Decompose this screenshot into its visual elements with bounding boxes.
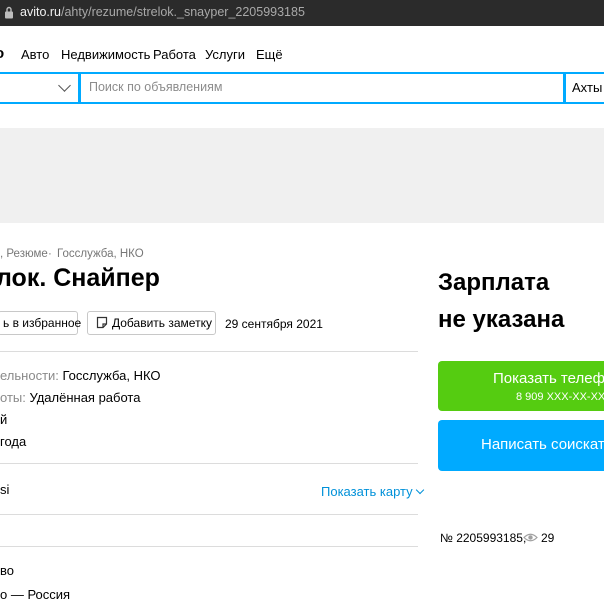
nav-auto[interactable]: Авто [21,47,49,62]
show-phone-button[interactable]: Показать телеф 8 909 XXX-XX-XX [438,361,604,411]
salary-line-1: Зарплата [438,269,550,296]
views-count: 29 [541,531,555,545]
detail-schedule-value: Удалённая работа [29,390,141,405]
breadcrumb-separator: · [48,248,52,260]
nav-realty[interactable]: Недвижимость [61,47,150,62]
detail-sphere-value: Госслужба, НКО [62,368,161,383]
url-path: /ahty/rezume/strelok._snayper_2205993185 [61,5,305,19]
address-text: si [0,482,10,497]
detail-schedule-key: оты: [0,390,30,405]
detail-experience: года [0,434,26,449]
nav-more[interactable]: Ещё [256,47,283,62]
show-map-link[interactable]: Показать карту [321,484,424,499]
lock-icon [5,6,13,19]
detail-sphere: ельности: Госслужба, НКО [0,368,161,383]
detail-row: й [0,412,7,427]
divider [0,351,418,352]
detail-row-value: й [0,412,8,427]
page-title: лок. Снайпер [0,264,160,292]
breadcrumb-item-category[interactable]: Госслужба, НКО [57,248,144,260]
breadcrumb-item-resume[interactable]: , Резюме [0,248,48,260]
phone-number: 8 909 XXX-XX-XX [516,391,604,403]
ad-banner [0,128,604,223]
location-label: Ахты [572,80,603,95]
ad-number: № 2205993185, [440,531,527,545]
chevron-down-icon [415,485,424,495]
write-message-button[interactable]: Написать соискат [438,420,604,471]
add-note-button[interactable]: Добавить заметку [87,311,216,335]
detail-sphere-key: ельности: [0,368,63,383]
location-select[interactable]: Ахты [564,72,604,104]
search-input[interactable]: Поиск по объявлениям [79,72,565,104]
eye-icon [523,533,538,542]
note-icon [96,316,108,329]
divider [0,514,418,515]
show-phone-label: Показать телеф [493,370,604,387]
salary-line-2: не указана [438,306,565,333]
publish-date: 29 сентября 2021 [225,317,323,331]
browser-address-bar[interactable]: avito.ru/ahty/rezume/strelok._snayper_22… [0,0,604,26]
write-message-label: Написать соискат [481,436,604,453]
show-map-label: Показать карту [321,484,413,499]
detail-experience-value: года [0,434,27,449]
logo[interactable]: o [0,45,4,62]
search-placeholder: Поиск по объявлениям [89,80,223,94]
url-domain: avito.ru [20,5,61,19]
nav-jobs[interactable]: Работа [153,47,196,62]
detail-schedule: оты: Удалённая работа [0,390,140,405]
address-url[interactable]: avito.ru/ahty/rezume/strelok._snayper_22… [20,5,305,19]
extra-row-1: во [0,563,14,578]
divider [0,546,418,547]
nav-services[interactable]: Услуги [205,47,245,62]
add-favorite-button[interactable]: ь в избранное [0,311,82,335]
add-favorite-label: ь в избранное [3,316,82,330]
extra-row-2: о — Россия [0,587,71,602]
divider [0,463,418,464]
add-note-label: Добавить заметку [112,316,212,330]
